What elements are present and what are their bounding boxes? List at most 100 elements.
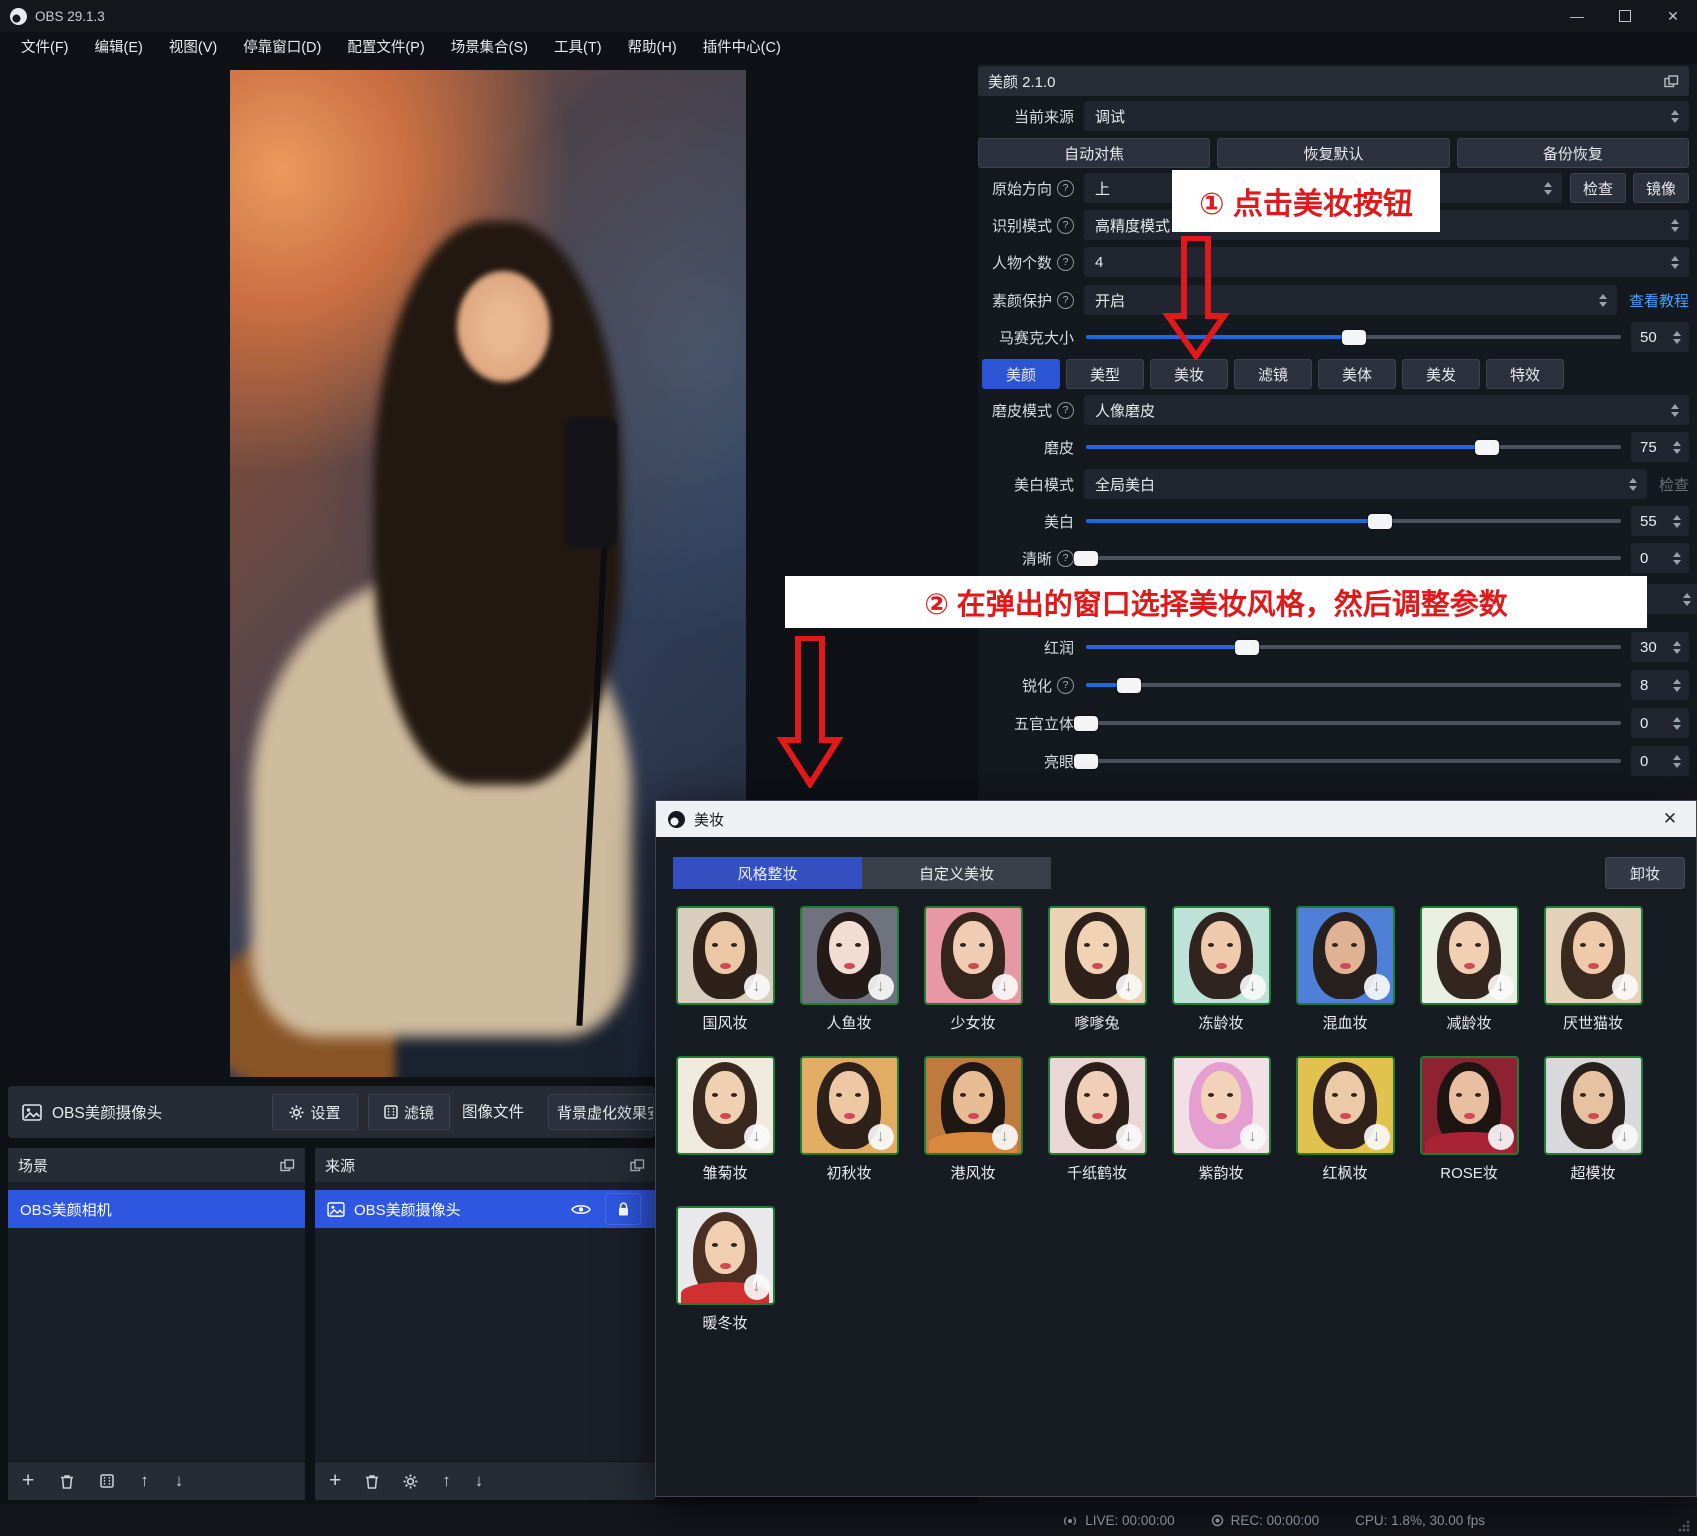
close-button[interactable]: ✕	[1649, 0, 1697, 32]
current-source-select[interactable]: 调试	[1084, 101, 1689, 131]
download-icon[interactable]: ↓	[1488, 974, 1514, 1000]
download-icon[interactable]: ↓	[1364, 974, 1390, 1000]
style-thumb-超模妆[interactable]: ↓	[1544, 1056, 1643, 1155]
style-thumb-冻龄妆[interactable]: ↓	[1172, 906, 1271, 1005]
beauty-tab-美妆[interactable]: 美妆	[1150, 359, 1228, 389]
clarity-slider[interactable]	[1086, 556, 1621, 560]
sharpen-slider[interactable]	[1086, 683, 1621, 687]
download-icon[interactable]: ↓	[1612, 1124, 1638, 1150]
download-icon[interactable]: ↓	[744, 1124, 770, 1150]
bright-eye-value[interactable]: 0	[1631, 746, 1689, 776]
remove-makeup-button[interactable]: 卸妆	[1605, 857, 1685, 889]
action-button[interactable]: 恢复默认	[1217, 138, 1449, 168]
style-thumb-少女妆[interactable]: ↓	[924, 906, 1023, 1005]
style-thumb-紫韵妆[interactable]: ↓	[1172, 1056, 1271, 1155]
help-icon[interactable]: ?	[1057, 402, 1074, 419]
filters-button[interactable]: 滤镜	[368, 1094, 450, 1130]
menu-item[interactable]: 帮助(H)	[615, 32, 690, 64]
download-icon[interactable]: ↓	[1612, 974, 1638, 1000]
maximize-button[interactable]	[1601, 0, 1649, 32]
smooth-slider[interactable]	[1086, 445, 1621, 449]
clarity-value[interactable]: 0	[1631, 543, 1689, 573]
tutorial-link[interactable]: 查看教程	[1629, 290, 1689, 311]
add-source-button[interactable]: +	[329, 1469, 341, 1493]
download-icon[interactable]: ↓	[868, 1124, 894, 1150]
download-icon[interactable]: ↓	[744, 1274, 770, 1300]
source-item[interactable]: OBS美颜摄像头	[315, 1190, 655, 1228]
whiten-mode-select[interactable]: 全局美白	[1084, 469, 1647, 499]
check-button[interactable]: 检查	[1570, 173, 1626, 203]
mosaic-value[interactable]: 50	[1631, 322, 1689, 352]
style-thumb-减龄妆[interactable]: ↓	[1420, 906, 1519, 1005]
settings-button[interactable]: 设置	[272, 1094, 358, 1130]
action-button[interactable]: 备份恢复	[1457, 138, 1689, 168]
stereo-value[interactable]: 0	[1631, 708, 1689, 738]
move-source-down-button[interactable]: ↓	[475, 1471, 484, 1491]
style-thumb-红枫妆[interactable]: ↓	[1296, 1056, 1395, 1155]
beauty-tab-美发[interactable]: 美发	[1402, 359, 1480, 389]
download-icon[interactable]: ↓	[992, 1124, 1018, 1150]
style-thumb-雏菊妆[interactable]: ↓	[676, 1056, 775, 1155]
remove-scene-button[interactable]	[60, 1474, 74, 1489]
style-thumb-初秋妆[interactable]: ↓	[800, 1056, 899, 1155]
style-thumb-ROSE妆[interactable]: ↓	[1420, 1056, 1519, 1155]
download-icon[interactable]: ↓	[744, 974, 770, 1000]
move-scene-down-button[interactable]: ↓	[175, 1471, 184, 1491]
download-icon[interactable]: ↓	[992, 974, 1018, 1000]
help-icon[interactable]: ?	[1057, 292, 1074, 309]
help-icon[interactable]: ?	[1057, 677, 1074, 694]
minimize-button[interactable]: —	[1553, 0, 1601, 32]
style-thumb-暖冬妆[interactable]: ↓	[676, 1206, 775, 1305]
rosy-value[interactable]: 30	[1631, 632, 1689, 662]
source-properties-button[interactable]	[403, 1474, 418, 1489]
stereo-slider[interactable]	[1086, 721, 1621, 725]
whiten-slider[interactable]	[1086, 519, 1621, 523]
menu-item[interactable]: 工具(T)	[541, 32, 615, 64]
close-icon[interactable]: ✕	[1656, 809, 1684, 829]
beauty-tab-特效[interactable]: 特效	[1486, 359, 1564, 389]
menu-item[interactable]: 编辑(E)	[82, 32, 156, 64]
resize-grip[interactable]	[1677, 1520, 1691, 1532]
makeup-tab[interactable]: 风格整妆	[673, 857, 862, 889]
lock-icon[interactable]	[605, 1193, 641, 1225]
menu-item[interactable]: 配置文件(P)	[334, 32, 437, 64]
style-thumb-混血妆[interactable]: ↓	[1296, 906, 1395, 1005]
download-icon[interactable]: ↓	[1240, 1124, 1266, 1150]
popout-icon[interactable]	[630, 1159, 645, 1172]
beauty-tab-滤镜[interactable]: 滤镜	[1234, 359, 1312, 389]
help-icon[interactable]: ?	[1057, 180, 1074, 197]
menu-item[interactable]: 停靠窗口(D)	[230, 32, 334, 64]
style-thumb-港风妆[interactable]: ↓	[924, 1056, 1023, 1155]
download-icon[interactable]: ↓	[1488, 1124, 1514, 1150]
menu-item[interactable]: 插件中心(C)	[690, 32, 794, 64]
download-icon[interactable]: ↓	[1364, 1124, 1390, 1150]
download-icon[interactable]: ↓	[868, 974, 894, 1000]
download-icon[interactable]: ↓	[1116, 1124, 1142, 1150]
makeup-tab[interactable]: 自定义美妆	[862, 857, 1051, 889]
beauty-tab-美体[interactable]: 美体	[1318, 359, 1396, 389]
scene-item[interactable]: OBS美颜相机	[8, 1190, 305, 1228]
menu-item[interactable]: 文件(F)	[8, 32, 82, 64]
mirror-button[interactable]: 镜像	[1633, 173, 1689, 203]
beauty-tab-美颜[interactable]: 美颜	[982, 359, 1060, 389]
image-file-label[interactable]: 图像文件	[462, 1100, 524, 1122]
smooth-value[interactable]: 75	[1631, 432, 1689, 462]
whiten-value[interactable]: 55	[1631, 506, 1689, 536]
smooth-mode-select[interactable]: 人像磨皮	[1084, 395, 1689, 425]
action-button[interactable]: 自动对焦	[978, 138, 1210, 168]
menu-item[interactable]: 视图(V)	[156, 32, 230, 64]
style-thumb-人鱼妆[interactable]: ↓	[800, 906, 899, 1005]
popout-icon[interactable]	[1664, 75, 1679, 88]
popout-icon[interactable]	[280, 1159, 295, 1172]
move-source-up-button[interactable]: ↑	[442, 1471, 451, 1491]
visibility-eye-icon[interactable]	[571, 1203, 591, 1216]
sharpen-value[interactable]: 8	[1631, 670, 1689, 700]
download-icon[interactable]: ↓	[1240, 974, 1266, 1000]
hidden-row-value[interactable]	[1641, 584, 1697, 614]
rosy-slider[interactable]	[1086, 645, 1621, 649]
menu-item[interactable]: 场景集合(S)	[438, 32, 541, 64]
bright-eye-slider[interactable]	[1086, 759, 1621, 763]
scene-filters-button[interactable]	[100, 1474, 114, 1488]
download-icon[interactable]: ↓	[1116, 974, 1142, 1000]
style-thumb-国风妆[interactable]: ↓	[676, 906, 775, 1005]
